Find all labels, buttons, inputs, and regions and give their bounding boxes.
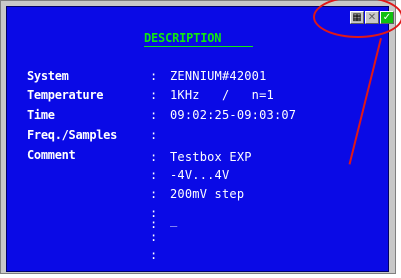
title-underline [144,46,253,47]
colon: : [150,108,158,122]
page-title: DESCRIPTION [144,31,222,45]
value-system: ZENNIUM#42001 [170,69,267,83]
colon: : [150,187,158,201]
comment-line: 200mV step [170,187,245,201]
label-freq-samples: Freq./Samples [27,128,118,142]
colon: : [150,168,158,182]
colon: : [150,248,158,262]
value-temperature: 1KHz / n=1 [170,88,274,102]
colon: : [150,217,158,231]
highlight-ellipse [313,0,401,38]
colon: : [150,128,158,142]
colon: : [150,150,158,164]
value-comment: Testbox EXP [170,150,252,164]
label-temperature: Temperature [27,88,104,102]
comment-line: -4V...4V [170,168,230,182]
text-cursor[interactable]: _ [170,213,177,227]
colon: : [150,88,158,102]
colon: : [150,230,158,244]
label-system: System [27,69,69,83]
value-time: 09:02:25-09:03:07 [170,108,297,122]
label-comment: Comment [27,148,76,162]
label-time: Time [27,108,55,122]
colon: : [150,69,158,83]
